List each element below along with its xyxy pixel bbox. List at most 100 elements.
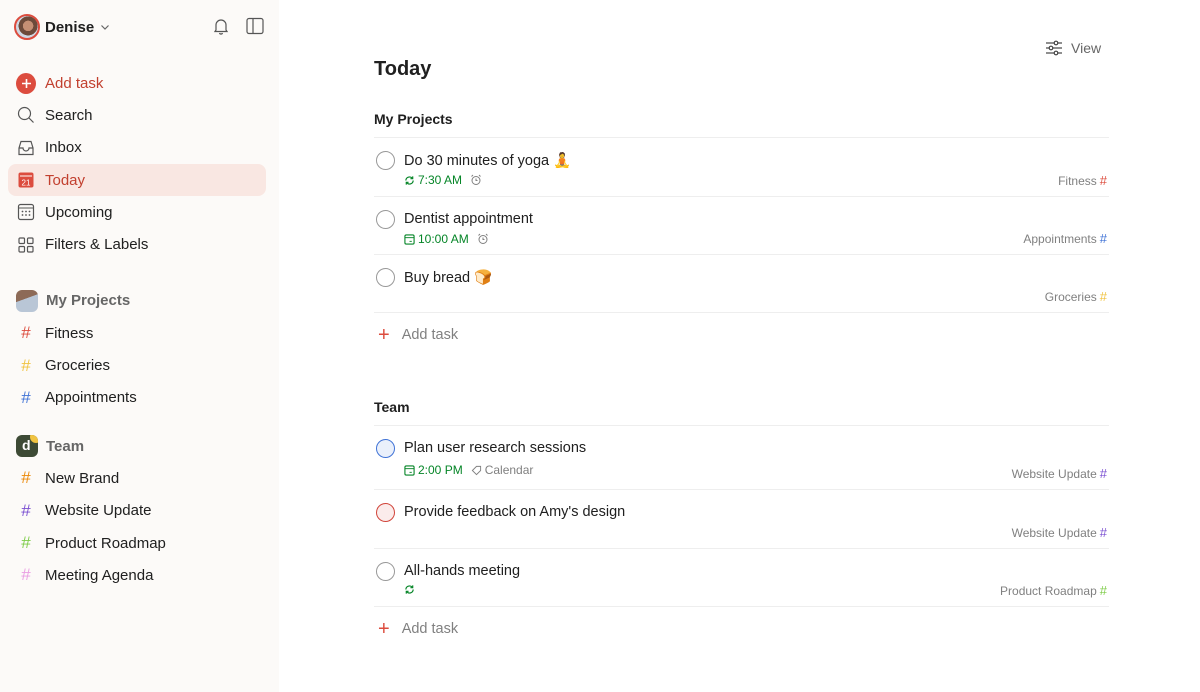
view-options-button[interactable]: View [1045,40,1101,56]
project-label: Meeting Agenda [45,566,154,584]
task-time: 2:00 PM [418,463,463,477]
my-projects-header[interactable]: My Projects [8,285,266,317]
calendar-today-icon: 21 [16,170,36,190]
sidebar-item-search[interactable]: Search [8,99,266,131]
search-icon [16,105,36,125]
svg-text:21: 21 [22,179,31,188]
add-task-inline-button[interactable]: + Add task [374,313,1109,357]
hash-icon: # [21,387,31,407]
task-project[interactable]: Fitness # [1058,173,1107,188]
task-row[interactable]: All-hands meeting Product Roadmap # [374,549,1109,607]
hash-icon: # [21,500,31,520]
task-row[interactable]: Provide feedback on Amy's design Website… [374,490,1109,549]
sidebar-nav: Add task Search Inbox 21 Today Upcoming … [8,67,266,591]
sidebar-item-label: Upcoming [45,203,113,221]
task-time: 7:30 AM [418,173,463,187]
label-tag-icon [471,465,481,475]
task-name: All-hands meeting [404,563,521,579]
hash-icon: # [1099,583,1107,598]
sidebar: Denise Add task Search Inbox 21 Today Up… [0,0,279,692]
bell-icon[interactable] [211,16,231,36]
sidebar-item-filters-labels[interactable]: Filters & Labels [8,228,266,260]
task-name: Do 30 minutes of yoga 🧘 [404,153,572,169]
grid-icon [16,235,36,255]
main-content: View Today My Projects Do 30 minutes of … [279,0,1200,692]
plus-icon: + [378,324,390,346]
hash-icon: # [1099,289,1107,304]
section-title: Team [46,437,85,455]
task-checkbox[interactable] [376,268,395,287]
view-label: View [1071,40,1102,56]
project-label: New Brand [45,469,120,487]
task-label[interactable]: Calendar [485,463,534,477]
my-projects-avatar [16,289,38,312]
add-task-inline-button[interactable]: + Add task [374,607,1109,651]
project-item-new-brand[interactable]: # New Brand [8,462,266,494]
plus-icon: + [378,618,390,640]
project-item-fitness[interactable]: # Fitness [8,317,266,349]
project-item-website-update[interactable]: # Website Update [8,495,266,527]
project-label: Groceries [45,357,111,375]
project-item-meeting-agenda[interactable]: # Meeting Agenda [8,559,266,591]
project-item-groceries[interactable]: # Groceries [8,349,266,381]
task-time: 10:00 AM [418,232,469,246]
user-menu-button[interactable]: Denise [14,13,110,41]
sidebar-toggle-icon[interactable] [245,16,265,36]
team-header[interactable]: d Team [8,430,266,462]
task-row[interactable]: Do 30 minutes of yoga 🧘 7:30 AM Fitness # [374,138,1109,197]
task-name: Dentist appointment [404,211,533,227]
task-meta: 7:30 AM [404,173,482,187]
hash-icon: # [21,565,31,585]
sliders-icon [1046,40,1062,56]
sidebar-item-label: Filters & Labels [45,236,149,254]
hash-icon: # [1099,525,1107,540]
task-project[interactable]: Groceries # [1045,289,1107,304]
task-row[interactable]: Buy bread 🍞 Groceries # [374,255,1109,313]
task-project[interactable]: Website Update # [1012,466,1107,481]
task-group-team: Team Plan user research sessions 2:00 PM… [374,396,1109,651]
page-title: Today [374,58,432,80]
project-label: Appointments [45,389,137,407]
task-name: Plan user research sessions [404,440,587,456]
task-checkbox[interactable] [376,562,395,581]
sidebar-item-today[interactable]: 21 Today [8,163,266,197]
task-name: Buy bread 🍞 [404,270,493,286]
add-task-label: Add task [45,74,104,92]
calendar-icon [404,464,415,476]
add-circle-icon [16,72,36,94]
sidebar-item-inbox[interactable]: Inbox [8,132,266,164]
sidebar-item-label: Search [45,106,93,124]
hash-icon: # [1099,231,1107,246]
recurring-icon [405,175,414,185]
task-row[interactable]: Dentist appointment 10:00 AM Appointment… [374,197,1109,255]
user-avatar [14,14,40,40]
sidebar-item-label: Today [45,171,86,189]
project-label: Product Roadmap [45,534,166,552]
project-item-appointments[interactable]: # Appointments [8,382,266,414]
inbox-icon [16,138,36,158]
sidebar-item-upcoming[interactable]: Upcoming [8,196,266,228]
user-name: Denise [45,18,95,36]
project-item-product-roadmap[interactable]: # Product Roadmap [8,527,266,559]
add-task-button[interactable]: Add task [8,67,266,99]
add-task-label: Add task [401,621,459,637]
alarm-icon [471,174,481,185]
alarm-icon [477,233,488,244]
task-checkbox-priority[interactable] [376,439,395,458]
task-meta [404,584,415,595]
task-group-my-projects: My Projects Do 30 minutes of yoga 🧘 7:30… [374,108,1109,357]
task-project[interactable]: Website Update # [1012,525,1107,540]
project-label: Fitness [45,324,94,342]
task-row[interactable]: Plan user research sessions 2:00 PM Cale… [374,426,1109,490]
calendar-icon [404,233,415,245]
group-title: My Projects [374,108,1109,138]
task-checkbox-priority[interactable] [376,503,395,522]
task-meta: 2:00 PM Calendar [404,463,533,477]
task-checkbox[interactable] [376,151,395,170]
team-avatar: d [16,435,38,458]
task-project[interactable]: Product Roadmap # [1000,583,1107,598]
hash-icon: # [1099,466,1107,481]
task-checkbox[interactable] [376,210,395,229]
add-task-label: Add task [401,327,459,343]
task-project[interactable]: Appointments # [1023,231,1107,246]
